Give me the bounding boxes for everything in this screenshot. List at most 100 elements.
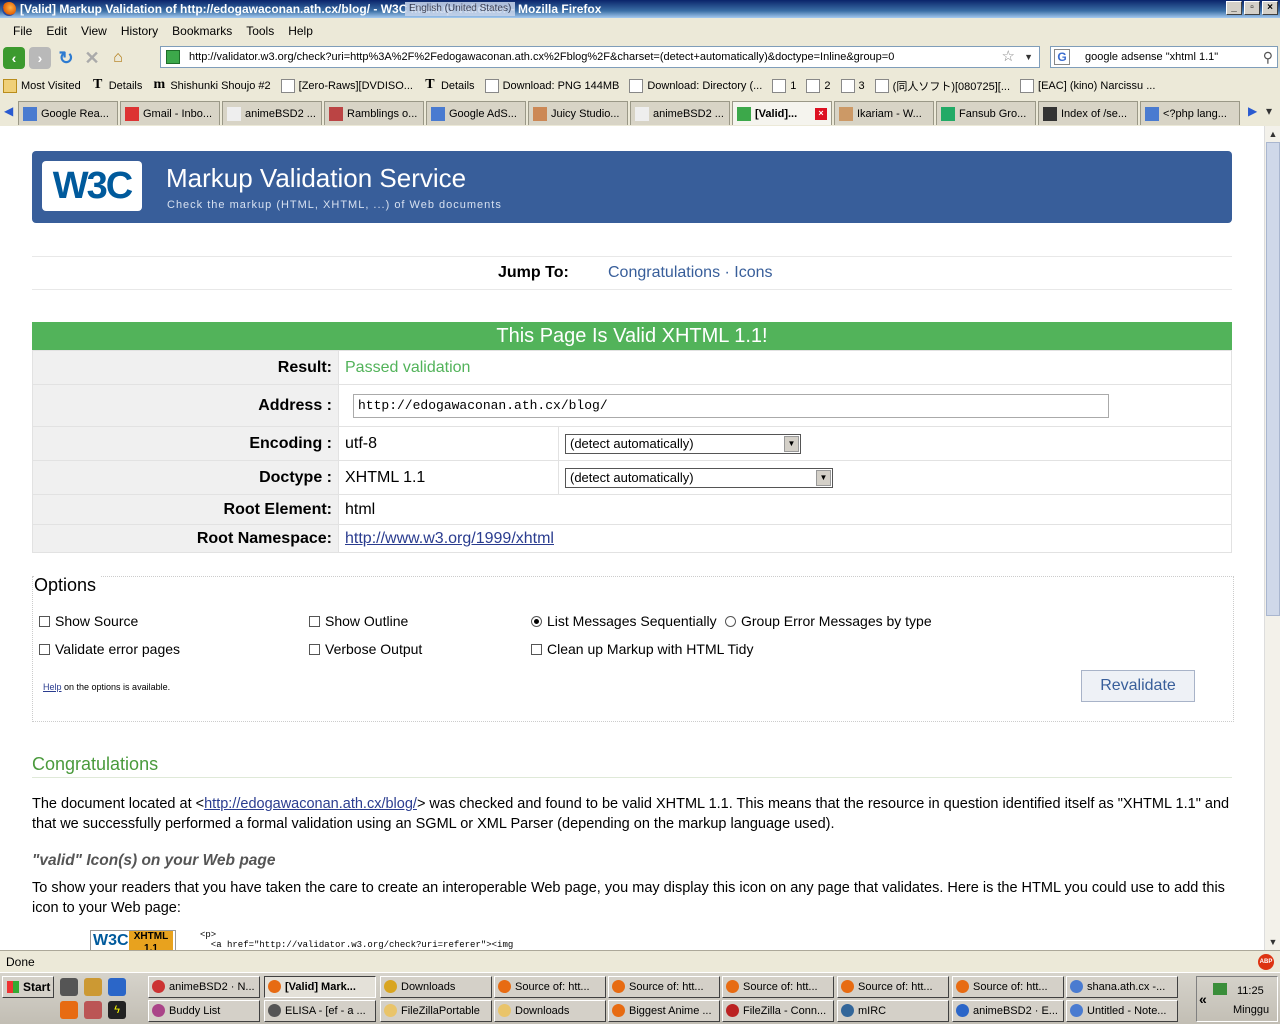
scroll-thumb[interactable] bbox=[1266, 142, 1280, 616]
menu-file[interactable]: File bbox=[6, 24, 39, 38]
dropdown-arrow-icon[interactable]: ▼ bbox=[816, 469, 831, 486]
jump-to-links[interactable]: Congratulations · Icons bbox=[608, 264, 773, 282]
bookmark-item[interactable]: 2 bbox=[806, 79, 831, 93]
language-bar[interactable]: English (United States) bbox=[405, 2, 516, 16]
taskbar-button[interactable]: Source of: htt... bbox=[722, 976, 834, 998]
show-source-option[interactable]: Show Source bbox=[39, 613, 138, 629]
network-icon[interactable] bbox=[1213, 983, 1227, 995]
taskbar-button[interactable]: Source of: htt... bbox=[494, 976, 606, 998]
bookmark-item[interactable]: Most Visited bbox=[3, 79, 81, 93]
menu-tools[interactable]: Tools bbox=[239, 24, 281, 38]
bookmark-item[interactable]: Download: PNG 144MB bbox=[484, 79, 619, 93]
bookmark-item[interactable]: Download: Directory (... bbox=[629, 79, 762, 93]
ie-icon[interactable] bbox=[108, 978, 126, 996]
tab[interactable]: <?php lang... bbox=[1140, 101, 1240, 125]
taskbar-button[interactable]: Downloads bbox=[494, 1000, 606, 1022]
html-tidy-checkbox[interactable] bbox=[531, 643, 542, 655]
close-window-button[interactable]: × bbox=[1262, 1, 1278, 15]
revalidate-button[interactable]: Revalidate bbox=[1081, 670, 1195, 702]
doctype-select[interactable]: (detect automatically) ▼ bbox=[565, 467, 833, 488]
menu-help[interactable]: Help bbox=[281, 24, 320, 38]
w3c-logo[interactable]: W3C bbox=[42, 161, 142, 211]
bookmark-item[interactable]: [Zero-Raws][DVDISO... bbox=[280, 79, 413, 93]
taskbar-button[interactable]: ELISA - [ef - a ... bbox=[264, 1000, 376, 1022]
html-tidy-option[interactable]: Clean up Markup with HTML Tidy bbox=[531, 641, 753, 657]
url-dropdown-icon[interactable]: ▼ bbox=[1024, 47, 1033, 67]
root-namespace-link[interactable]: http://www.w3.org/1999/xhtml bbox=[345, 530, 554, 547]
menu-edit[interactable]: Edit bbox=[39, 24, 74, 38]
quicklaunch-icon[interactable] bbox=[60, 978, 78, 996]
tab[interactable]: Ikariam - W... bbox=[834, 101, 934, 125]
taskbar-button[interactable]: animeBSD2 · E... bbox=[952, 1000, 1064, 1022]
taskbar-button[interactable]: [Valid] Mark... bbox=[264, 976, 376, 998]
site-identity-icon[interactable] bbox=[166, 50, 180, 64]
taskbar-button[interactable]: FileZilla - Conn... bbox=[722, 1000, 834, 1022]
quicklaunch-icon[interactable] bbox=[84, 978, 102, 996]
start-button[interactable]: Start bbox=[2, 976, 54, 998]
tab-scroll-right-icon[interactable]: ▶ bbox=[1248, 104, 1257, 118]
scroll-up-icon[interactable]: ▲ bbox=[1265, 126, 1280, 142]
bookmark-star-icon[interactable]: ☆ bbox=[1002, 47, 1015, 67]
validate-error-pages-checkbox[interactable] bbox=[39, 643, 50, 655]
taskbar-button[interactable]: animeBSD2 · N... bbox=[148, 976, 260, 998]
tab[interactable]: Juicy Studio... bbox=[528, 101, 628, 125]
scroll-down-icon[interactable]: ▼ bbox=[1265, 934, 1280, 950]
dropdown-arrow-icon[interactable]: ▼ bbox=[784, 435, 799, 452]
bookmark-item[interactable]: T Details bbox=[423, 78, 474, 93]
tab[interactable]: Index of /se... bbox=[1038, 101, 1138, 125]
tab-list-icon[interactable]: ▾ bbox=[1266, 104, 1272, 118]
forward-button[interactable]: › bbox=[29, 47, 51, 69]
taskbar-button[interactable]: Untitled - Note... bbox=[1066, 1000, 1178, 1022]
search-bar[interactable]: G google adsense "xhtml 1.1" ⚲ bbox=[1050, 46, 1278, 68]
taskbar-button[interactable]: Source of: htt... bbox=[837, 976, 949, 998]
home-icon[interactable]: ⌂ bbox=[107, 47, 129, 69]
menu-view[interactable]: View bbox=[74, 24, 114, 38]
quicklaunch-icon[interactable] bbox=[84, 1001, 102, 1019]
taskbar-button[interactable]: Biggest Anime ... bbox=[608, 1000, 720, 1022]
encoding-select[interactable]: (detect automatically) ▼ bbox=[565, 433, 801, 454]
document-link[interactable]: http://edogawaconan.ath.cx/blog/ bbox=[204, 796, 417, 812]
back-button[interactable]: ‹ bbox=[3, 47, 25, 69]
show-outline-checkbox[interactable] bbox=[309, 615, 320, 627]
minimize-button[interactable]: _ bbox=[1226, 1, 1242, 15]
bookmark-item[interactable]: T Details bbox=[91, 78, 142, 93]
taskbar-button[interactable]: Source of: htt... bbox=[952, 976, 1064, 998]
bookmark-item[interactable]: 3 bbox=[840, 79, 865, 93]
validate-error-pages-option[interactable]: Validate error pages bbox=[39, 641, 180, 657]
help-link[interactable]: Help bbox=[43, 682, 62, 692]
reload-icon[interactable]: ↻ bbox=[55, 47, 77, 69]
bookmark-item[interactable]: m Shishunki Shoujo #2 bbox=[152, 78, 271, 93]
firefox-icon[interactable] bbox=[60, 1001, 78, 1019]
vertical-scrollbar[interactable]: ▲ ▼ bbox=[1264, 126, 1280, 950]
tab[interactable]: Google Rea... bbox=[18, 101, 118, 125]
tray-expand-icon[interactable]: « bbox=[1199, 991, 1207, 1007]
taskbar-button[interactable]: Downloads bbox=[380, 976, 492, 998]
taskbar-button[interactable]: shana.ath.cx -... bbox=[1066, 976, 1178, 998]
search-icon[interactable]: ⚲ bbox=[1263, 47, 1273, 67]
tab-close-icon[interactable]: × bbox=[815, 107, 827, 120]
tab[interactable]: Fansub Gro... bbox=[936, 101, 1036, 125]
list-sequential-radio[interactable] bbox=[531, 615, 542, 627]
verbose-output-option[interactable]: Verbose Output bbox=[309, 641, 422, 657]
menu-history[interactable]: History bbox=[114, 24, 165, 38]
taskbar-button[interactable]: Buddy List bbox=[148, 1000, 260, 1022]
bookmark-item[interactable]: [EAC] (kino) Narcissu ... bbox=[1020, 79, 1155, 93]
tab[interactable]: Google AdS... bbox=[426, 101, 526, 125]
address-input[interactable]: http://edogawaconan.ath.cx/blog/ bbox=[353, 393, 1109, 418]
stop-icon[interactable]: ✕ bbox=[81, 47, 103, 69]
adblock-icon[interactable]: ABP bbox=[1258, 954, 1274, 970]
tab[interactable]: Gmail - Inbo... bbox=[120, 101, 220, 125]
tab[interactable]: [Valid]... × bbox=[732, 101, 832, 125]
group-errors-option[interactable]: Group Error Messages by type bbox=[725, 613, 932, 629]
tab[interactable]: Ramblings o... bbox=[324, 101, 424, 125]
tab[interactable]: animeBSD2 ... bbox=[630, 101, 730, 125]
url-bar[interactable]: http://validator.w3.org/check?uri=http%3… bbox=[160, 46, 1040, 68]
taskbar-button[interactable]: mIRC bbox=[837, 1000, 949, 1022]
taskbar-button[interactable]: FileZillaPortable bbox=[380, 1000, 492, 1022]
taskbar-button[interactable]: Source of: htt... bbox=[608, 976, 720, 998]
restore-button[interactable]: ▫ bbox=[1244, 1, 1260, 15]
tab[interactable]: animeBSD2 ... bbox=[222, 101, 322, 125]
google-engine-icon[interactable]: G bbox=[1054, 49, 1070, 65]
group-errors-radio[interactable] bbox=[725, 615, 736, 627]
bookmark-item[interactable]: 1 bbox=[772, 79, 796, 93]
